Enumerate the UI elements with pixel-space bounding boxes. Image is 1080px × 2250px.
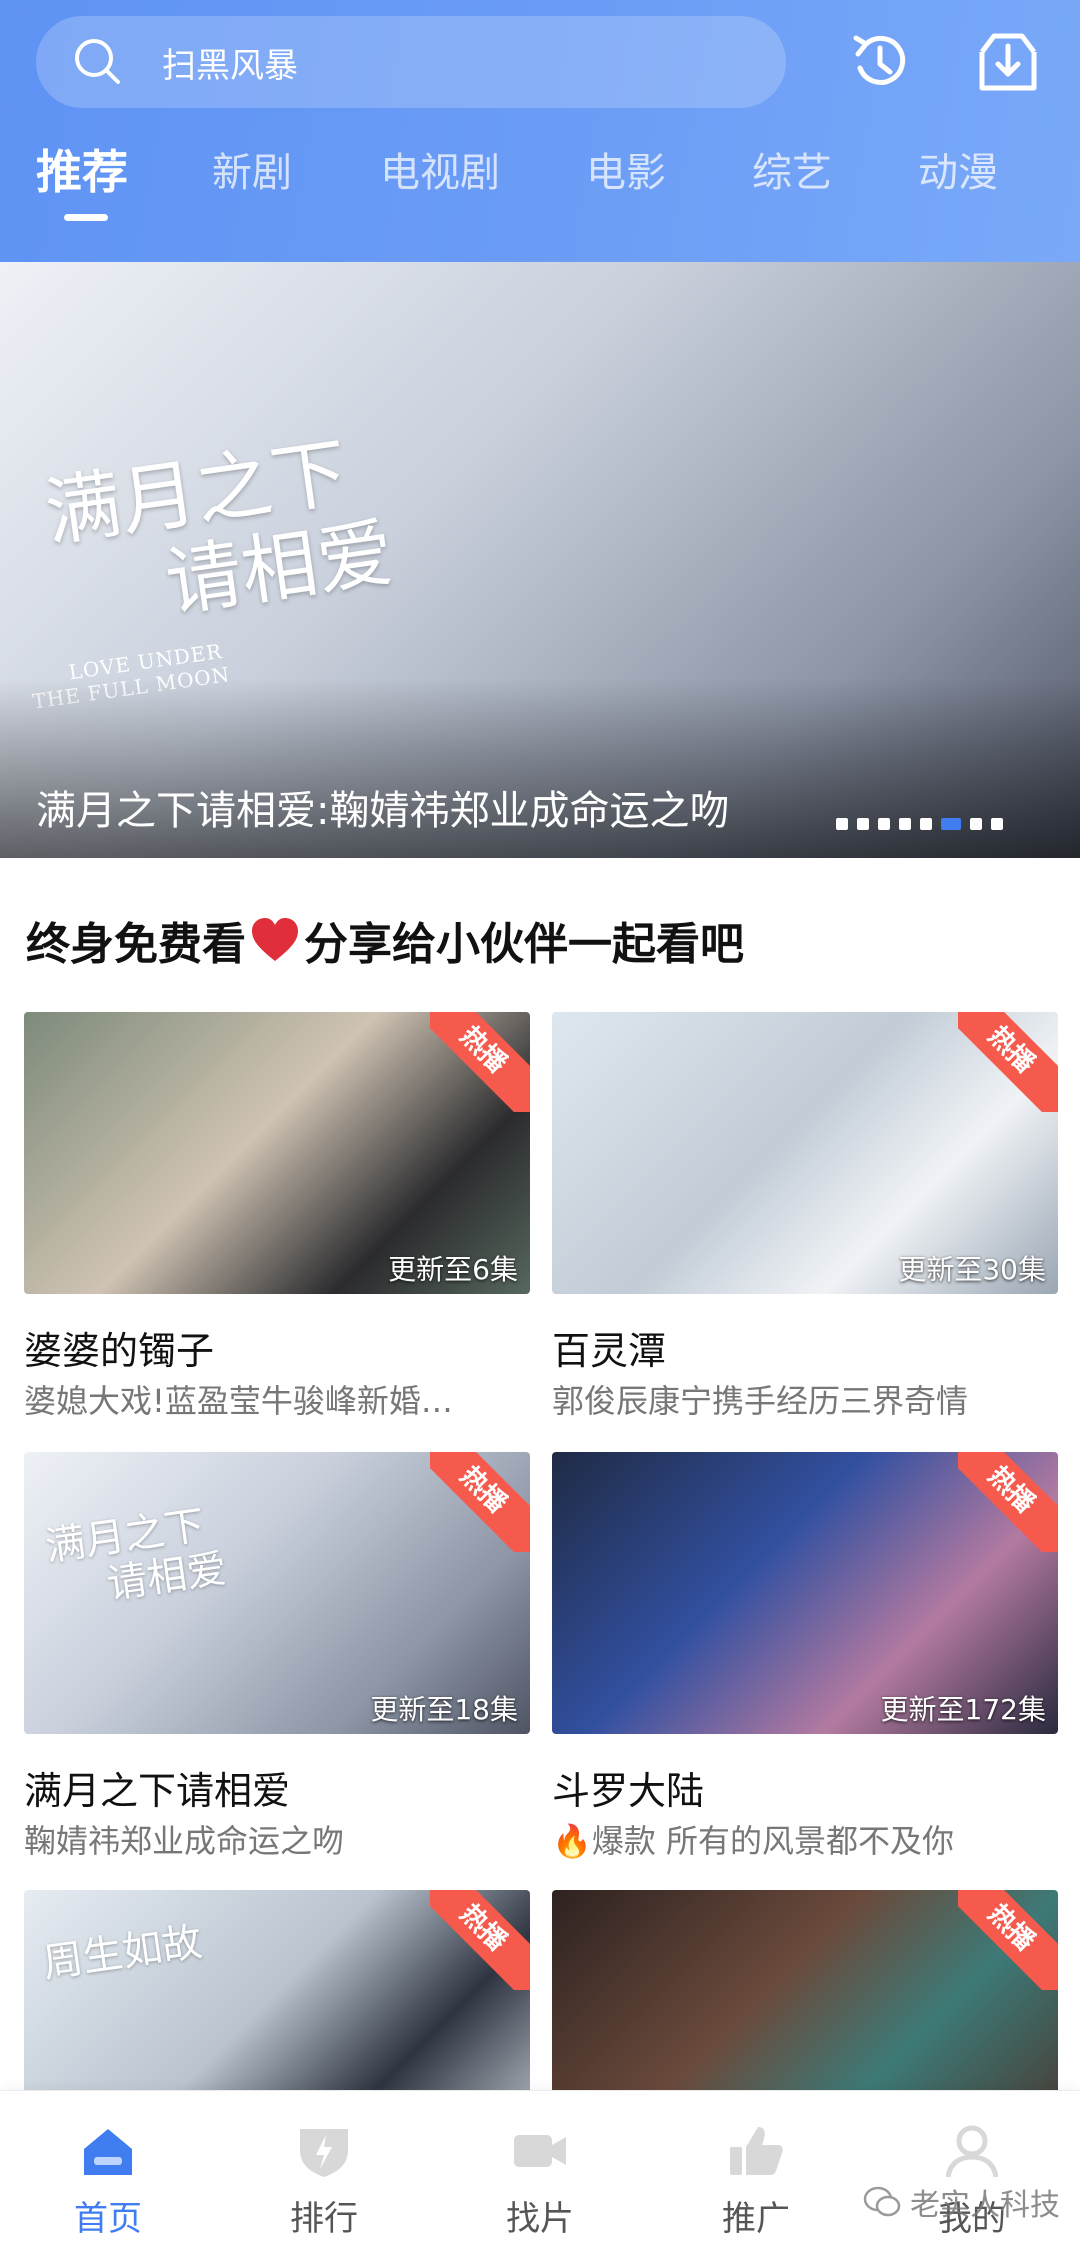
- carousel-dot[interactable]: [991, 818, 1003, 830]
- video-thumbnail[interactable]: 热播 更新至6集: [24, 1012, 530, 1294]
- carousel-dots: [836, 818, 1003, 830]
- history-icon: [853, 35, 906, 85]
- tab-anime[interactable]: 动漫: [918, 140, 998, 198]
- video-card[interactable]: 满月之下 请相爱 热播 更新至18集 满月之下请相爱 鞠婧祎郑业成命运之吻: [24, 1452, 530, 1872]
- download-icon: [979, 33, 1037, 91]
- nav-label: 首页: [74, 2199, 142, 2239]
- nav-promote[interactable]: 推广: [648, 2091, 864, 2250]
- tab-new-drama[interactable]: 新剧: [212, 140, 292, 198]
- search-bar[interactable]: 扫黑风暴: [36, 16, 786, 108]
- category-tabs: 推荐 新剧 电视剧 电影 综艺 动漫: [0, 140, 1080, 220]
- tab-indicator: [64, 214, 108, 221]
- video-description: 🔥爆款 所有的风景都不及你: [552, 1822, 955, 1860]
- video-camera-icon: [514, 2135, 566, 2167]
- tab-recommended[interactable]: 推荐: [36, 136, 128, 202]
- download-button[interactable]: [970, 24, 1046, 100]
- nav-find[interactable]: 找片: [432, 2091, 648, 2250]
- home-icon: [84, 2129, 132, 2175]
- top-header: 扫黑风暴 推荐 新剧 电视剧 电影 综艺 动漫: [0, 0, 1080, 262]
- thumbs-up-icon: [730, 2127, 783, 2175]
- poster-title-art: 周生如故: [40, 1919, 205, 1987]
- episode-count: 更新至172集: [880, 1693, 1046, 1726]
- video-description: 郭俊辰康宁携手经历三界奇情: [552, 1382, 969, 1420]
- carousel-dot[interactable]: [899, 818, 911, 830]
- video-description: 鞠婧祎郑业成命运之吻: [24, 1822, 345, 1860]
- heart-icon: [252, 918, 298, 961]
- bottom-navigation: 首页 排行 找片 推广 我的: [0, 2090, 1080, 2250]
- wechat-icon: [863, 2186, 901, 2217]
- hot-badge: 热播: [430, 1452, 530, 1552]
- tab-movie[interactable]: 电影: [586, 140, 666, 198]
- hot-badge: 热播: [430, 1890, 530, 1990]
- video-title[interactable]: 斗罗大陆: [552, 1760, 704, 1815]
- video-thumbnail[interactable]: 热播 更新至172集: [552, 1452, 1058, 1734]
- video-thumbnail[interactable]: 热播 更新至30集: [552, 1012, 1058, 1294]
- hot-badge: 热播: [958, 1012, 1058, 1112]
- nav-home[interactable]: 首页: [0, 2091, 216, 2250]
- watermark: 老实人科技: [862, 2180, 1060, 2224]
- carousel-dot[interactable]: [836, 818, 848, 830]
- tab-tv-series[interactable]: 电视剧: [380, 140, 500, 198]
- carousel-dot[interactable]: [970, 818, 982, 830]
- search-input[interactable]: 扫黑风暴: [162, 38, 298, 87]
- episode-count: 更新至30集: [898, 1253, 1046, 1286]
- tab-variety[interactable]: 综艺: [752, 140, 832, 198]
- hot-badge: 热播: [958, 1452, 1058, 1552]
- nav-label: 推广: [722, 2199, 790, 2239]
- video-card[interactable]: 热播 更新至30集 百灵潭 郭俊辰康宁携手经历三界奇情: [552, 1012, 1058, 1432]
- video-title[interactable]: 百灵潭: [552, 1320, 666, 1375]
- video-description: 婆媳大戏!蓝盈莹牛骏峰新婚…: [24, 1382, 453, 1420]
- video-thumbnail[interactable]: 满月之下 请相爱 热播 更新至18集: [24, 1452, 530, 1734]
- history-button[interactable]: [842, 24, 918, 100]
- banner-art-title: 满月之下 请相爱: [39, 427, 399, 628]
- nav-mine[interactable]: 我的: [864, 2091, 1080, 2250]
- episode-count: 更新至6集: [388, 1253, 518, 1286]
- user-icon: [945, 2125, 999, 2178]
- featured-banner[interactable]: 满月之下 请相爱 LOVE UNDER THE FULL MOON 满月之下请相…: [0, 262, 1080, 858]
- episode-count: 更新至18集: [370, 1693, 518, 1726]
- nav-label: 找片: [506, 2199, 574, 2239]
- carousel-dot[interactable]: [920, 818, 932, 830]
- carousel-dot[interactable]: [857, 818, 869, 830]
- video-card[interactable]: 热播 更新至6集 婆婆的镯子 婆媳大戏!蓝盈莹牛骏峰新婚…: [24, 1012, 530, 1432]
- hot-badge: 热播: [430, 1012, 530, 1112]
- hot-badge: 热播: [958, 1890, 1058, 1990]
- ranking-icon: [300, 2129, 348, 2177]
- poster-title-art: 满月之下 请相爱: [42, 1502, 230, 1609]
- nav-ranking[interactable]: 排行: [216, 2091, 432, 2250]
- carousel-dot-active[interactable]: [941, 818, 961, 830]
- section-title: 终身免费看 分享给小伙伴一起看吧: [26, 918, 744, 970]
- nav-label: 排行: [290, 2199, 358, 2239]
- video-card[interactable]: 热播 更新至172集 斗罗大陆 🔥爆款 所有的风景都不及你: [552, 1452, 1058, 1872]
- video-title[interactable]: 婆婆的镯子: [24, 1320, 214, 1375]
- banner-caption: 满月之下请相爱:鞠婧祎郑业成命运之吻: [36, 788, 730, 834]
- search-icon: [75, 39, 120, 84]
- carousel-dot[interactable]: [878, 818, 890, 830]
- video-title[interactable]: 满月之下请相爱: [24, 1760, 290, 1815]
